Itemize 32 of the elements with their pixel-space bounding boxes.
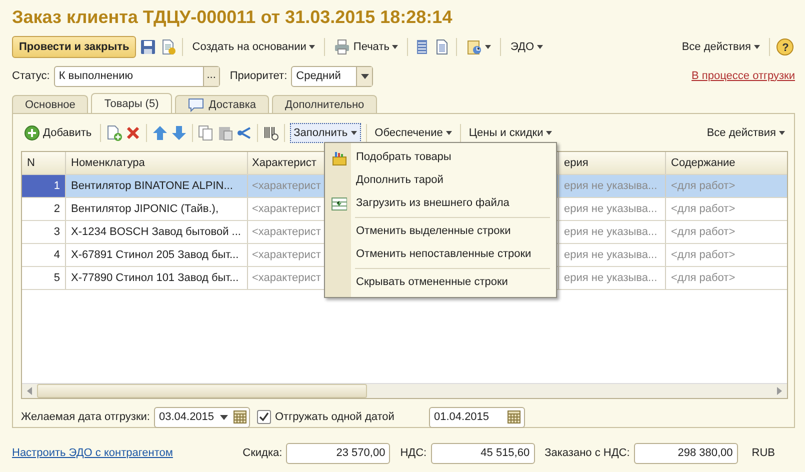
single-date-label: Отгружать одной датой: [274, 410, 396, 425]
amount-field: 23 570,00: [286, 442, 390, 464]
table-cell: Вентилятор BINATONE ALPIN...: [66, 175, 248, 197]
sum-label: НДС:: [400, 446, 427, 461]
table-cell: ерия не указыва...: [559, 267, 666, 289]
table-cell-text: <для работ>: [670, 224, 736, 240]
sum-label: Заказано с НДС:: [544, 446, 630, 461]
table-cell: 3: [22, 221, 66, 243]
table-cell-text: <для работ>: [670, 202, 736, 217]
table-cell: X-67891 Стинол 205 Завод быт...: [66, 244, 248, 266]
table-cell: 2: [22, 198, 66, 220]
table-cell: X-1234 BOSCH Завод бытовой ...: [66, 221, 248, 243]
table-cell: 4: [22, 244, 66, 266]
table-cell-text: <для работ>: [670, 270, 736, 286]
table-cell: ерия не указыва...: [559, 244, 666, 266]
table-cell: ерия не указыва...: [559, 175, 666, 197]
currency-label: RUB: [752, 446, 775, 461]
priority-label: Приоритет:: [230, 68, 288, 84]
table-cell: ерия не указыва...: [559, 198, 666, 220]
table-cell: ерия не указыва...: [559, 221, 666, 243]
table-cell-text: <для работ>: [670, 248, 736, 263]
desired-date-label: Желаемая дата отгрузки:: [21, 410, 150, 425]
sum-label: Скидка:: [242, 446, 282, 461]
table-cell: X-77890 Стинол 101 Завод быт...: [66, 267, 248, 289]
table-cell: Вентилятор JIPONIC (Тайв.),: [66, 198, 248, 220]
amount-field: 298 380,00: [634, 442, 738, 464]
table-cell: 5: [22, 267, 66, 289]
table-cell-text: <для работ>: [670, 178, 736, 194]
table-cell: 1: [22, 175, 66, 197]
status-label: Статус:: [12, 68, 50, 84]
amount-field: 45 515,60: [430, 442, 535, 464]
window-title: Заказ клиента ТДЦУ-000011 от 31.03.2015 18:28:14: [12, 6, 454, 29]
